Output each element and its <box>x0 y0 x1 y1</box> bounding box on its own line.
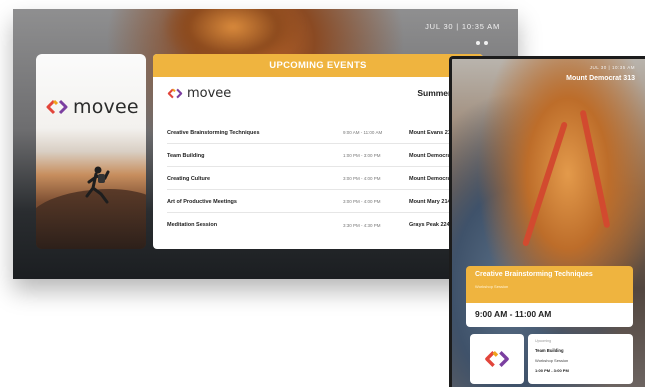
event-time: 3:00 PM - 4:00 PM <box>343 199 381 204</box>
backpack-strap <box>522 121 568 247</box>
date-time-label: JUL 30 | 10:35 AM <box>589 65 635 70</box>
movee-logo-icon <box>485 351 509 367</box>
backpack-strap <box>579 109 611 229</box>
event-row[interactable]: Meditation Session 3:30 PM - 4:30 PM Gra… <box>167 214 483 236</box>
event-room: Mount Mary 214 <box>409 198 451 205</box>
panel-logo: movee <box>167 86 231 101</box>
event-row[interactable]: Creating Culture 3:00 PM - 4:00 PM Mount… <box>167 168 483 190</box>
event-time: 3:30 PM - 4:30 PM <box>343 222 381 228</box>
upcoming-event-card[interactable]: Upcoming Team Building Workshop Session … <box>528 334 633 384</box>
event-row[interactable]: Art of Productive Meetings 3:00 PM - 4:0… <box>167 191 483 213</box>
event-title: Art of Productive Meetings <box>167 198 237 205</box>
landscape-display: JUL 30 | 10:35 AM movee UPCOMING EVENTS <box>13 9 518 279</box>
current-event-subtitle: Workshop Session <box>475 284 509 289</box>
page-indicator <box>476 41 488 45</box>
portrait-display: JUL 30 | 10:35 AM Mount Democrat 313 Cre… <box>449 56 645 387</box>
event-room: Mount Evans 214 <box>409 129 454 136</box>
upcoming-event-subtitle: Workshop Session <box>535 358 569 363</box>
room-name: Mount Democrat 313 <box>566 75 635 82</box>
event-title: Meditation Session <box>167 222 218 228</box>
brand-card: movee <box>36 54 146 249</box>
upcoming-event-title: Team Building <box>535 348 564 353</box>
runner-silhouette-icon <box>85 166 110 204</box>
movee-logo-icon <box>46 99 68 115</box>
current-event-title: Creative Brainstorming Techniques <box>475 271 593 278</box>
current-event-time: 9:00 AM - 11:00 AM <box>466 303 633 327</box>
event-time: 3:00 PM - 4:00 PM <box>343 176 381 181</box>
page-dot <box>484 41 488 45</box>
panel-top-bar: movee Summer Retreat <box>153 80 483 106</box>
event-title: Creative Brainstorming Techniques <box>167 129 260 136</box>
movee-logo-icon <box>167 88 183 98</box>
upcoming-event-time: 1:00 PM - 3:00 PM <box>535 368 569 373</box>
current-event-card[interactable]: Creative Brainstorming Techniques Worksh… <box>466 266 633 303</box>
upcoming-events-panel: UPCOMING EVENTS movee Summer Retreat Cre… <box>153 54 483 249</box>
event-row[interactable]: Team Building 1:00 PM - 3:00 PM Mount De… <box>167 145 483 167</box>
panel-wordmark: movee <box>187 85 232 101</box>
event-title: Creating Culture <box>167 175 211 182</box>
event-room: Grays Peak 224 <box>409 222 450 228</box>
next-logo-tile <box>470 334 524 384</box>
date-time-label: JUL 30 | 10:35 AM <box>425 22 500 31</box>
brand-logo: movee <box>46 96 139 118</box>
upcoming-label: Upcoming <box>535 339 552 343</box>
event-time: 1:00 PM - 3:00 PM <box>343 153 381 158</box>
brand-wordmark: movee <box>73 96 139 118</box>
event-time: 9:00 AM - 11:00 AM <box>343 130 383 135</box>
event-row[interactable]: Creative Brainstorming Techniques 9:00 A… <box>167 122 483 144</box>
panel-header: UPCOMING EVENTS <box>153 54 483 77</box>
page-dot <box>476 41 480 45</box>
event-title: Team Building <box>167 152 205 159</box>
